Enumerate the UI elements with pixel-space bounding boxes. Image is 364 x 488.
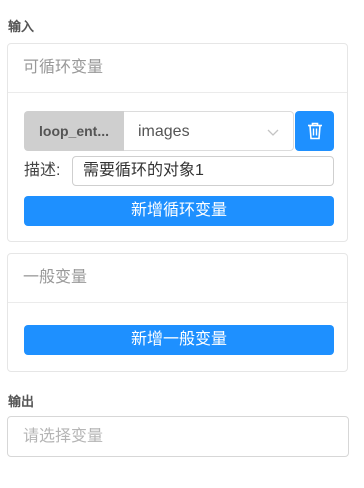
add-loop-variable-button[interactable]: 新增循环变量 [24,196,334,226]
trash-icon [307,122,322,140]
output-section-label: 输出 [8,394,35,409]
input-section-label: 输入 [8,19,35,34]
description-row: 描述: 需要循环的对象1 [24,156,334,186]
chevron-down-icon [267,129,279,136]
description-input[interactable]: 需要循环的对象1 [72,156,334,186]
loop-variable-select[interactable]: images [124,111,294,151]
general-variables-title: 一般变量 [8,254,347,303]
loop-variable-row: loop_ent... images [24,111,334,151]
output-variable-select[interactable]: 请选择变量 [7,416,349,457]
loop-variable-name-tag: loop_ent... [24,111,124,151]
add-general-variable-button[interactable]: 新增一般变量 [24,325,334,355]
delete-loop-variable-button[interactable] [295,111,334,151]
general-variables-card: 一般变量 新增一般变量 [7,253,348,372]
loop-variables-title: 可循环变量 [8,44,347,93]
loop-variables-card: 可循环变量 loop_ent... images 描述: 需要循环的对象1 新增… [7,43,348,242]
description-label: 描述: [24,162,61,179]
loop-variable-select-value: images [138,123,190,140]
